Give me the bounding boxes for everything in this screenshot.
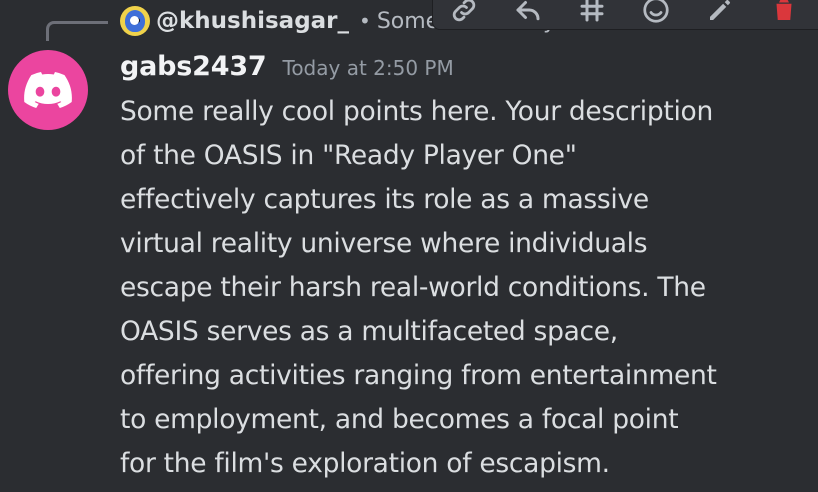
message-line: for the film's exploration of escapism. [120, 448, 610, 479]
reply-avatar[interactable] [120, 6, 150, 36]
message-content: Some really cool points here. Your descr… [120, 90, 800, 486]
message-timestamp[interactable]: Today at 2:50 PM [283, 56, 454, 80]
edit-icon[interactable] [703, 0, 737, 25]
link-icon[interactable] [447, 0, 481, 25]
message-line: offering activities ranging from enterta… [120, 360, 717, 391]
reply-username[interactable]: @khushisagar_ [156, 8, 349, 34]
message-toolbar [432, 0, 818, 30]
delete-icon[interactable] [767, 0, 801, 25]
discord-logo-icon [24, 72, 72, 108]
thread-icon[interactable] [575, 0, 609, 25]
message-line: of the OASIS in "Ready Player One" [120, 140, 577, 171]
emoji-icon[interactable] [639, 0, 673, 25]
reply-spine [46, 21, 108, 41]
avatar[interactable] [8, 50, 88, 130]
reply-separator: • [359, 9, 371, 33]
author-name[interactable]: gabs2437 [120, 51, 267, 82]
message-header: gabs2437 Today at 2:50 PM [120, 51, 454, 82]
message-line: Some really cool points here. Your descr… [120, 96, 713, 127]
message-line: escape their harsh real-world conditions… [120, 272, 706, 303]
reply-icon[interactable] [511, 0, 545, 25]
message-line: to employment, and becomes a focal point [120, 404, 679, 435]
message-line: OASIS serves as a multifaceted space, [120, 316, 618, 347]
message-line: virtual reality universe where individua… [120, 228, 648, 259]
message-line: effectively captures its role as a massi… [120, 184, 649, 215]
